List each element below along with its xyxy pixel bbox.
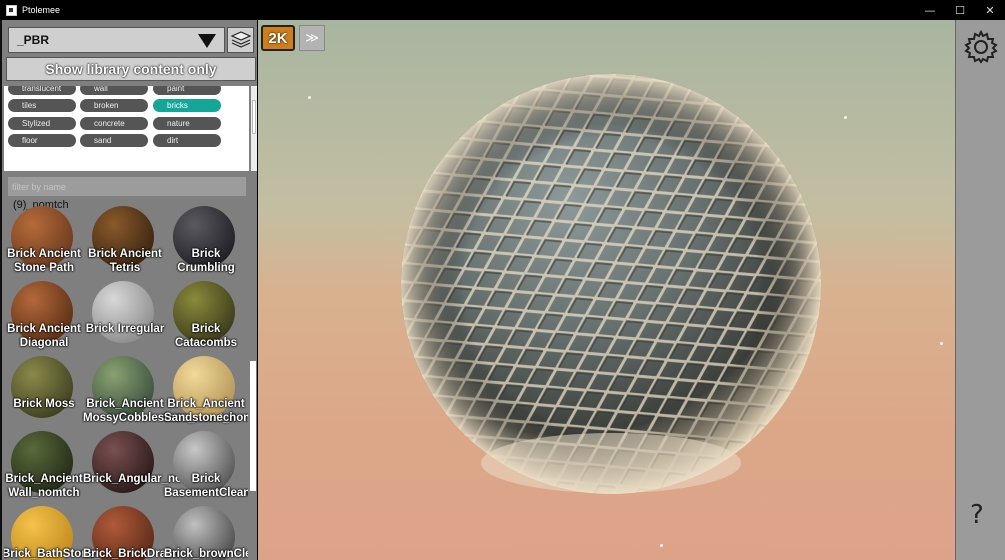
library-panel: _PBR Show library content only transluce…: [0, 20, 257, 560]
title-bar: Ptolemee — ☐ ✕: [0, 0, 1005, 20]
tag-chip[interactable]: sand: [80, 134, 148, 147]
material-name: Brick Ancient Stone Path: [7, 248, 81, 274]
light-spark: [844, 116, 847, 119]
tag-chip[interactable]: nature: [153, 117, 221, 130]
material-name: Brick_Ancient Wall_nomtch: [5, 473, 83, 499]
light-spark: [660, 544, 663, 547]
dropdown-arrow-icon: [198, 34, 216, 48]
show-library-content-button[interactable]: Show library content only: [6, 57, 256, 81]
material-item[interactable]: Brick Catacombs: [166, 281, 246, 356]
material-name: Brick_Ancient MossyCobblestone_nomtch: [83, 398, 237, 424]
material-preview-sphere: [401, 74, 821, 494]
tag-scrollbar[interactable]: [251, 86, 257, 171]
tag-list: translucent wall paint tiles broken bricks Sty…: [4, 86, 249, 171]
tag-chip[interactable]: bricks: [153, 99, 221, 112]
resolution-button[interactable]: 2K: [261, 25, 295, 51]
material-name: Brick_BathStone_nomtch: [4, 548, 143, 560]
tag-chip[interactable]: dirt: [153, 134, 221, 147]
material-name: Brick_Ancient Sandstone_nomtch: [164, 398, 248, 424]
light-spark: [940, 342, 943, 345]
material-item[interactable]: Brick Ancient Stone Path: [4, 206, 84, 281]
material-item[interactable]: Brick_BrickDrainHoles_no: [83, 506, 229, 560]
tag-chip[interactable]: translucent: [8, 86, 76, 95]
next-button[interactable]: ≫: [299, 25, 325, 51]
close-button[interactable]: ✕: [975, 0, 1005, 20]
tag-chip[interactable]: concrete: [80, 117, 148, 130]
help-button[interactable]: ?: [970, 500, 984, 530]
material-name: Brick Crumbling: [177, 248, 235, 274]
tag-scrollbar-thumb[interactable]: [252, 100, 256, 134]
tag-chip[interactable]: floor: [8, 134, 76, 147]
material-item[interactable]: Brick Ancient Tetris: [85, 206, 165, 281]
material-item[interactable]: Brick BasementClean: [164, 431, 248, 506]
material-item[interactable]: Brick_Ancient MossyCobblestone_nomtch: [83, 356, 237, 431]
material-item[interactable]: Brick Moss: [4, 356, 84, 431]
material-name: Brick Ancient Tetris: [88, 248, 162, 274]
layers-button[interactable]: [227, 27, 254, 53]
material-item[interactable]: Brick Ancient Diagonal: [4, 281, 84, 356]
right-toolbar: ?: [955, 20, 1005, 560]
material-item[interactable]: Brick_Angular_nomtch: [83, 431, 210, 506]
material-item[interactable]: Brick Crumbling: [166, 206, 246, 281]
material-name: Brick Ancient Diagonal: [7, 323, 81, 349]
material-item[interactable]: Brick_BathStone_nomtch: [4, 506, 143, 560]
preview-viewport[interactable]: 2K ≫: [258, 20, 955, 560]
library-dropdown[interactable]: _PBR: [8, 27, 225, 53]
tag-chip[interactable]: tiles: [8, 99, 76, 112]
maximize-button[interactable]: ☐: [945, 0, 975, 20]
material-name: Brick_brownClean2_nomtc: [164, 548, 248, 560]
material-name: Brick Irregular: [85, 323, 165, 335]
tag-chip[interactable]: Stylized: [8, 117, 76, 130]
material-scrollbar-thumb[interactable]: [250, 361, 256, 491]
material-name: Brick_BrickDrainHoles_no: [83, 548, 229, 560]
material-name: Brick BasementClean: [164, 473, 248, 499]
window-controls: — ☐ ✕: [915, 0, 1005, 20]
material-item[interactable]: Brick Irregular: [85, 281, 165, 356]
layers-icon: [230, 31, 251, 48]
tag-chip[interactable]: broken: [80, 99, 148, 112]
gear-icon[interactable]: [964, 30, 998, 64]
filter-by-name-input[interactable]: [8, 177, 246, 196]
material-name: Brick_Angular_nomtch: [83, 473, 210, 485]
window-title: Ptolemee: [22, 5, 61, 15]
library-selected-value: _PBR: [17, 33, 50, 47]
material-item[interactable]: Brick_Ancient Sandstone_nomtch: [164, 356, 248, 431]
app-icon: [6, 4, 17, 16]
tag-chip[interactable]: wall: [80, 86, 148, 95]
tag-chip[interactable]: paint: [153, 86, 221, 95]
light-spark: [308, 96, 311, 99]
material-name: Brick Moss: [13, 398, 75, 410]
material-item[interactable]: Brick_Ancient Wall_nomtch: [4, 431, 84, 506]
material-grid: Brick Ancient Stone Path Brick Ancient Te…: [4, 206, 248, 560]
material-item[interactable]: Brick_brownClean2_nomtc: [164, 506, 248, 560]
minimize-button[interactable]: —: [915, 0, 945, 20]
material-name: Brick Catacombs: [175, 323, 237, 349]
material-scrollbar[interactable]: [250, 206, 257, 560]
